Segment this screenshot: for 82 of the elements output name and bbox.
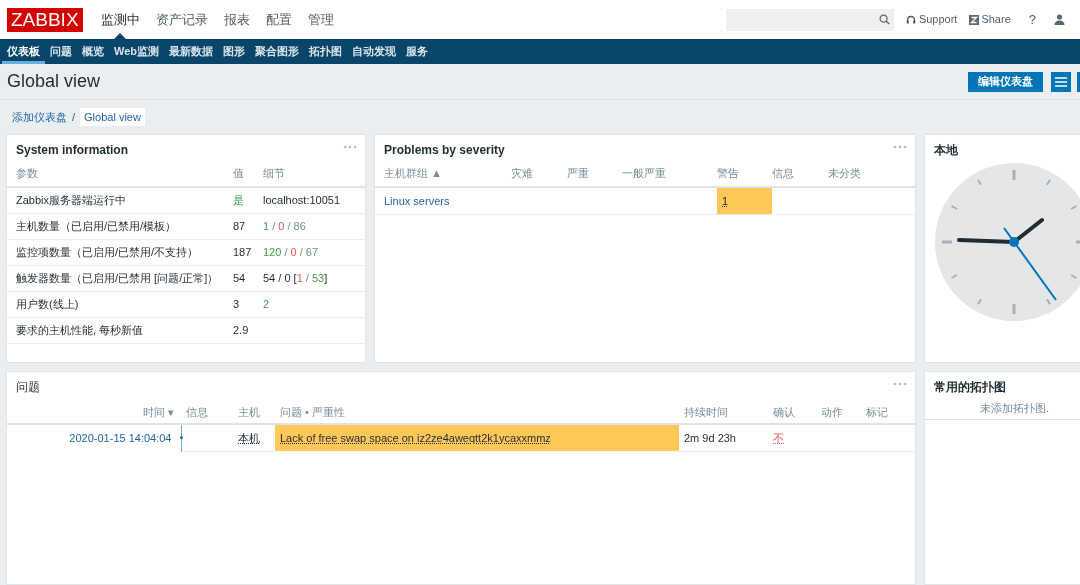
widget-title: System information — [16, 142, 129, 159]
menu-tab[interactable]: 报表 — [215, 0, 258, 39]
widget-title: Problems by severity — [384, 142, 505, 159]
user-icon[interactable] — [1054, 14, 1065, 25]
more-icon[interactable] — [343, 145, 357, 149]
page-title: Global view — [7, 70, 101, 93]
search-icon — [878, 14, 890, 25]
host-group-link[interactable]: Linux servers — [384, 194, 450, 207]
value-text: 2.9 — [233, 323, 249, 336]
parameter-text: 监控项数量（已启用/已禁用/不支持） — [16, 245, 199, 258]
breadcrumb-separator: / — [72, 109, 76, 125]
menu-tab[interactable]: 资产记录 — [147, 0, 216, 39]
menu-tab[interactable]: 配置 — [257, 0, 300, 39]
column-header[interactable]: 信息 — [186, 406, 208, 419]
headset-icon — [905, 14, 916, 25]
problem-count-cell[interactable]: 1 — [717, 188, 772, 214]
details-text: 2 — [263, 297, 270, 310]
breadcrumb-link[interactable]: 添加仪表盘 — [12, 108, 67, 126]
breadcrumb-link[interactable]: Global view — [80, 107, 145, 127]
nav-tab[interactable]: 服务 — [401, 39, 434, 64]
menu-icon — [1055, 76, 1067, 87]
column-header[interactable]: 严重 — [567, 167, 589, 180]
column-header[interactable]: 持续时间 — [684, 406, 728, 419]
column-header: 细节 — [263, 167, 285, 180]
nav-tab[interactable]: 图形 — [218, 39, 251, 64]
value-text: 187 — [233, 245, 252, 258]
problem-cell[interactable]: Lack of free swap space on iz2ze4aweqtt2k1ycaxxmmz — [275, 425, 679, 451]
details-text: localhost:10051 — [263, 194, 341, 206]
kiosk-button[interactable] — [1077, 71, 1080, 92]
duration-text: 2m 9d 23h — [684, 431, 736, 444]
help-link[interactable]: ? — [1022, 9, 1042, 30]
more-icon[interactable] — [893, 145, 907, 149]
widget-title: 常用的拓扑图 — [933, 379, 1007, 396]
search-field[interactable] — [725, 8, 894, 31]
parameter-text: Zabbix服务器端运行中 — [16, 194, 127, 206]
parameter-text: 用户数(线上) — [16, 297, 79, 310]
nav-tab[interactable]: Web监测 — [109, 39, 165, 64]
edit-dashboard-button[interactable]: 编辑仪表盘 — [968, 71, 1043, 92]
z-logo-icon — [969, 14, 980, 25]
column-header[interactable]: 主机 — [238, 406, 260, 419]
nav-tab[interactable]: 自动发现 — [347, 39, 402, 64]
time-link[interactable]: 2020-01-15 14:04:04 — [69, 431, 172, 444]
column-header[interactable]: 时间 ▾ — [142, 406, 174, 419]
more-icon[interactable] — [893, 382, 907, 386]
support-link[interactable]: Support — [905, 11, 958, 28]
column-header: 值 — [233, 167, 244, 180]
details-text: 1 / 0 / 86 — [263, 219, 306, 232]
nav-tab[interactable]: 问题 — [45, 39, 77, 64]
details-text: 120 / 0 / 67 — [263, 245, 319, 258]
share-link[interactable]: Share — [969, 11, 1011, 28]
column-header[interactable]: 未分类 — [828, 167, 861, 180]
column-header[interactable]: 警告 — [717, 167, 739, 180]
column-header[interactable]: 主机群组 ▲ — [384, 167, 442, 180]
value-text: 3 — [233, 297, 240, 310]
menu-tab[interactable]: 管理 — [299, 0, 342, 39]
column-header[interactable]: 灾难 — [511, 167, 533, 180]
logo[interactable]: ZABBIX — [7, 7, 83, 32]
nav-tab[interactable]: 拓扑图 — [304, 39, 348, 64]
column-header[interactable]: 一般严重 — [622, 167, 666, 180]
column-header[interactable]: 问题 • 严重性 — [280, 406, 345, 419]
parameter-text: 主机数量（已启用/已禁用/模板） — [16, 219, 177, 232]
menu-button[interactable] — [1051, 71, 1071, 92]
column-header[interactable]: 信息 — [772, 167, 794, 180]
value-text: 54 — [233, 271, 246, 284]
column-header[interactable]: 标记 — [866, 406, 888, 419]
empty-message: 未添加拓扑图. — [980, 401, 1050, 417]
host-link[interactable]: 本机 — [238, 431, 260, 444]
widget-title: 问题 — [16, 379, 40, 396]
acknowledge-link[interactable]: 不 — [773, 431, 784, 444]
value-text: 87 — [233, 219, 246, 232]
widget-title: 本地 — [933, 142, 959, 159]
nav-tab[interactable]: 概览 — [77, 39, 109, 64]
column-header: 参数 — [16, 167, 38, 180]
column-header[interactable]: 动作 — [821, 406, 843, 419]
value-text: 是 — [233, 194, 244, 206]
details-text: 54 / 0 [1 / 53] — [263, 271, 328, 284]
nav-tab[interactable]: 最新数据 — [164, 39, 219, 64]
nav-tab[interactable]: 聚合图形 — [250, 39, 305, 64]
column-header[interactable]: 确认 — [773, 406, 795, 419]
nav-tab[interactable]: 仪表板 — [2, 39, 45, 64]
parameter-text: 要求的主机性能, 每秒新值 — [16, 323, 144, 336]
parameter-text: 触发器数量（已启用/已禁用 [问题/正常]） — [16, 271, 219, 284]
